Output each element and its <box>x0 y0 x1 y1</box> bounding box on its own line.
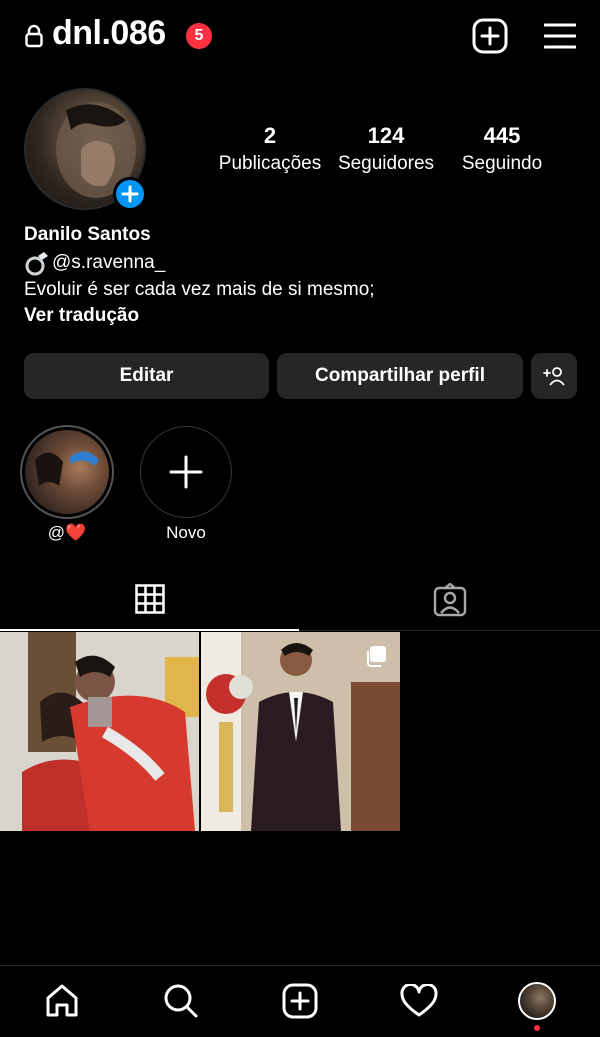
bio-text: Evoluir é ser cada vez mais de si mesmo; <box>24 279 375 300</box>
discover-people-button[interactable] <box>531 353 577 399</box>
create-icon[interactable] <box>282 983 318 1024</box>
lock-icon <box>24 24 44 53</box>
carousel-icon <box>364 644 388 673</box>
add-story-button[interactable] <box>113 177 147 211</box>
stat-following[interactable]: 445 Seguindo <box>444 123 560 175</box>
hamburger-icon[interactable] <box>543 22 577 55</box>
notification-badge: 5 <box>186 23 212 49</box>
profile-avatar[interactable] <box>518 982 556 1020</box>
ring-icon <box>24 250 50 281</box>
add-person-icon <box>543 367 565 386</box>
highlight-label: Novo <box>166 523 206 542</box>
stat-label: Seguindo <box>461 153 543 174</box>
stat-label: Seguidores <box>337 153 435 174</box>
plus-square-icon[interactable] <box>472 18 508 59</box>
highlight-label: @❤️ <box>47 523 87 542</box>
tab-divider <box>299 630 600 631</box>
profile-username[interactable]: dnl.086 <box>52 14 166 53</box>
stat-posts[interactable]: 2 Publicações <box>212 123 328 175</box>
search-icon[interactable] <box>163 983 199 1024</box>
stat-value: 445 <box>483 123 521 148</box>
see-translation-link[interactable]: Ver tradução <box>24 305 139 327</box>
highlight-cover <box>25 430 109 514</box>
profile-name: Danilo Santos <box>24 224 151 245</box>
active-tab-indicator <box>0 629 299 631</box>
bio-mention-link[interactable]: @s.ravenna_ <box>52 252 165 274</box>
share-profile-button[interactable]: Compartilhar perfil <box>277 353 523 399</box>
heart-icon[interactable] <box>400 983 438 1023</box>
home-icon[interactable] <box>44 983 80 1024</box>
stat-value: 124 <box>367 123 405 148</box>
post-thumbnail[interactable] <box>0 632 199 831</box>
plus-icon <box>169 455 203 489</box>
stat-label: Publicações <box>218 153 322 174</box>
tagged-icon[interactable] <box>433 582 467 622</box>
highlight-item[interactable] <box>20 425 114 519</box>
new-highlight-button[interactable] <box>140 426 232 518</box>
grid-icon[interactable] <box>135 584 165 619</box>
stat-value: 2 <box>263 123 277 148</box>
stat-followers[interactable]: 124 Seguidores <box>328 123 444 175</box>
edit-profile-button[interactable]: Editar <box>24 353 269 399</box>
notification-dot <box>534 1025 540 1031</box>
